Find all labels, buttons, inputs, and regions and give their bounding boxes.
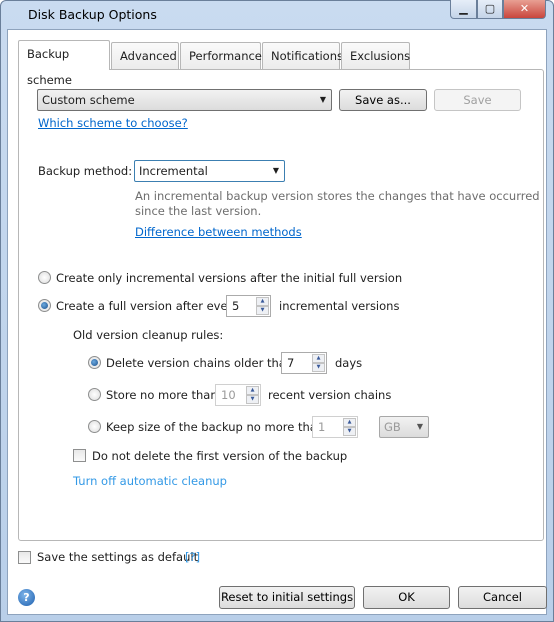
tab-notifications[interactable]: Notifications [262,42,343,69]
size-unit-value: GB [384,420,401,434]
store-radio[interactable] [88,388,101,401]
older-than-label: Delete version chains older than [106,356,294,370]
save-default-help-link[interactable]: [?] [185,550,200,564]
size-radio[interactable] [88,420,101,433]
save-default-checkbox[interactable] [18,551,31,564]
tab-performance[interactable]: Performance [180,42,262,69]
backup-method-dropdown[interactable]: Incremental ▼ [134,160,285,182]
store-suffix: recent version chains [268,388,392,402]
save-as-button[interactable]: Save as... [339,89,427,111]
chevron-down-icon: ▼ [319,95,326,104]
reset-button[interactable]: Reset to initial settings [219,586,355,609]
full-after-radio[interactable] [38,299,51,312]
cancel-button[interactable]: Cancel [458,586,547,609]
keep-first-checkbox[interactable] [73,449,86,462]
backup-method-label: Backup method: [38,164,133,178]
which-scheme-link[interactable]: Which scheme to choose? [38,116,188,130]
difference-methods-link[interactable]: Difference between methods [135,225,302,239]
spin-down-icon[interactable]: ▼ [312,363,325,372]
spin-down-icon[interactable]: ▼ [246,395,259,404]
scheme-value: Custom scheme [42,93,135,107]
spin-up-icon[interactable]: ▲ [312,354,325,363]
spin-up-icon[interactable]: ▲ [256,297,269,306]
older-than-stepper[interactable]: 7 ▲ ▼ [281,352,327,374]
tab-exclusions[interactable]: Exclusions [341,42,410,69]
spin-up-icon[interactable]: ▲ [343,418,356,427]
size-value: 1 [318,420,326,434]
save-default-label: Save the settings as default [37,550,199,564]
backup-method-value: Incremental [139,164,208,178]
size-unit-dropdown[interactable]: GB ▼ [379,416,429,438]
spin-down-icon[interactable]: ▼ [256,306,269,315]
older-than-value: 7 [287,356,295,370]
scheme-dropdown[interactable]: Custom scheme ▼ [37,89,332,111]
full-after-stepper[interactable]: 5 ▲ ▼ [226,295,271,317]
keep-first-label: Do not delete the first version of the b… [92,449,348,463]
method-description-2: since the last version. [135,204,262,218]
older-than-unit: days [335,356,363,370]
store-value: 10 [221,388,236,402]
maximize-icon[interactable]: ▢ [477,0,503,19]
only-incremental-radio[interactable] [38,271,51,284]
store-stepper[interactable]: 10 ▲ ▼ [215,384,261,406]
full-after-label: Create a full version after every [56,299,240,313]
tab-advanced[interactable]: Advanced [111,42,179,69]
method-description-1: An incremental backup version stores the… [135,189,540,203]
chevron-down-icon: ▼ [416,422,423,431]
minimize-icon[interactable]: ▁ [450,0,477,19]
chevron-down-icon: ▼ [272,166,279,175]
size-label: Keep size of the backup no more than [106,420,325,434]
only-incremental-label: Create only incremental versions after t… [56,271,403,285]
ok-button[interactable]: OK [363,586,450,609]
turn-off-cleanup-link[interactable]: Turn off automatic cleanup [73,474,227,488]
full-after-suffix: incremental versions [279,299,400,313]
spin-up-icon[interactable]: ▲ [246,386,259,395]
size-stepper[interactable]: 1 ▲ ▼ [312,416,358,438]
close-icon[interactable]: ✕ [503,0,546,19]
full-after-value: 5 [232,299,240,313]
spin-down-icon[interactable]: ▼ [343,427,356,436]
tab-backup-scheme[interactable]: Backup scheme [18,40,110,87]
save-button[interactable]: Save [434,89,521,111]
older-than-radio[interactable] [88,356,101,369]
cleanup-title: Old version cleanup rules: [73,328,224,342]
help-icon[interactable]: ? [18,589,35,606]
window-title: Disk Backup Options [28,7,157,22]
store-label: Store no more than [106,388,218,402]
